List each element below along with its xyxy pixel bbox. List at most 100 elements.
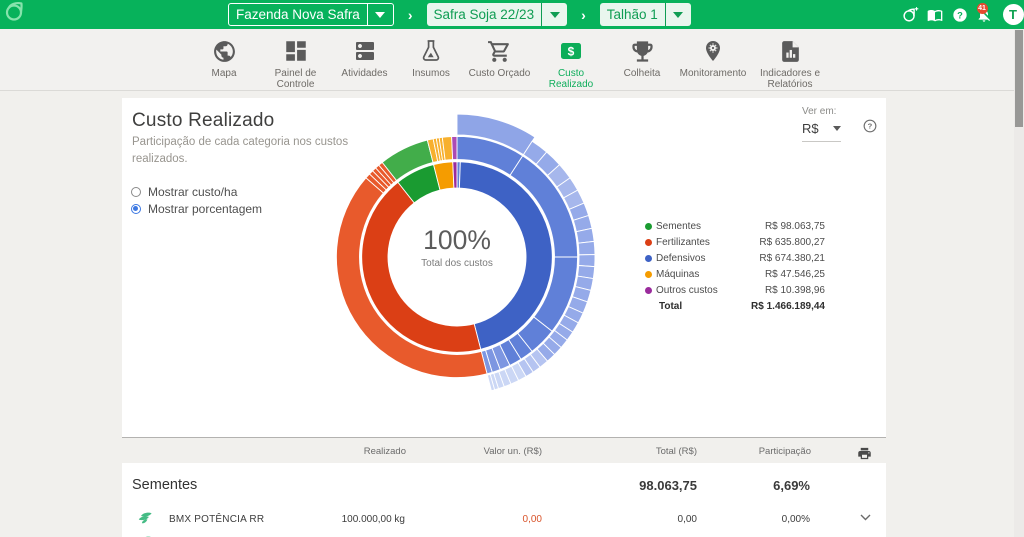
currency-select-wrap: Ver em: R$: [802, 106, 847, 142]
legend-value: R$ 47.546,25: [765, 269, 825, 280]
referral-icon[interactable]: [899, 6, 924, 23]
cell-participacao: 0,00%: [782, 514, 810, 525]
chevron-down-icon: [665, 3, 691, 26]
breadcrumb-separator: ›: [567, 7, 600, 23]
breadcrumb: Fazenda Nova Safra › Safra Soja 22/23 › …: [228, 3, 691, 26]
module-nav: MapaPainel de ControleAtividades Insumos C…: [0, 29, 1024, 91]
breadcrumb-separator: ›: [394, 7, 427, 23]
svg-text:?: ?: [957, 10, 963, 20]
currency-select[interactable]: R$: [802, 121, 841, 142]
nav-item-atividades[interactable]: Atividades: [331, 29, 398, 90]
chevron-down-icon: [367, 4, 393, 25]
farm-dropdown-label: Fazenda Nova Safra: [229, 7, 367, 22]
svg-text:$: $: [568, 44, 575, 58]
legend-dot: [645, 223, 652, 230]
money-icon: $: [560, 40, 582, 62]
radio-custo-ha[interactable]: Mostrar custo/ha: [131, 183, 262, 200]
cell-realizado: 100.000,00 kg: [342, 514, 405, 525]
nav-item-mapa[interactable]: Mapa: [188, 29, 260, 90]
donut-segment[interactable]: [453, 162, 457, 188]
nav-item-monitoramento[interactable]: Monitoramento: [677, 29, 749, 90]
page-title: Custo Realizado: [132, 110, 274, 132]
chevron-down-icon: [541, 3, 567, 26]
field-dropdown[interactable]: Talhão 1: [600, 3, 691, 26]
display-mode-radios: Mostrar custo/ha Mostrar porcentagem: [131, 183, 262, 218]
notification-badge: 41: [977, 3, 988, 14]
nav-item-indicadores-e-relat-rios[interactable]: Indicadores e Relatórios: [749, 29, 831, 90]
donut-segment[interactable]: [578, 241, 595, 254]
notifications-off-icon[interactable]: 41: [972, 7, 997, 23]
section-name: Sementes: [132, 477, 197, 493]
field-dropdown-label: Talhão 1: [600, 7, 665, 22]
legend-row: MáquinasR$ 47.546,25: [645, 267, 825, 283]
radio-icon: [131, 204, 141, 214]
avatar[interactable]: T: [1003, 4, 1024, 25]
legend-row: FertilizantesR$ 635.800,27: [645, 235, 825, 251]
nav-item-label: Insumos: [412, 68, 450, 79]
cost-chart-card: Custo Realizado Participação de cada cat…: [122, 98, 886, 438]
chart-help-icon[interactable]: ?: [863, 119, 877, 138]
legend-label: Fertilizantes: [656, 237, 759, 248]
section-total: 98.063,75: [639, 478, 697, 493]
legend-dot: [645, 255, 652, 262]
col-participacao: Participação: [759, 446, 811, 457]
donut-segment[interactable]: [452, 136, 457, 159]
donut-center-value: 100%: [387, 225, 527, 256]
nav-item-colheita[interactable]: Colheita: [607, 29, 677, 90]
nav-item-custo-realizado[interactable]: $Custo Realizado: [535, 29, 607, 90]
table-row[interactable]: [122, 531, 886, 537]
dashboard-icon: [283, 40, 309, 62]
pin-bug-icon: [701, 40, 725, 62]
help-icon[interactable]: ?: [948, 7, 973, 23]
legend-dot: [645, 239, 652, 246]
chevron-down-icon: [833, 126, 841, 131]
svg-text:?: ?: [868, 122, 873, 131]
nav-item-custo-or-ado[interactable]: Custo Orçado: [464, 29, 535, 90]
cart-icon: [487, 40, 512, 62]
nav-item-label: Monitoramento: [680, 68, 747, 79]
farm-dropdown[interactable]: Fazenda Nova Safra: [228, 3, 394, 26]
cost-donut-chart[interactable]: [307, 107, 607, 407]
radio-porcentagem[interactable]: Mostrar porcentagem: [131, 201, 262, 218]
chart-legend: SementesR$ 98.063,75FertilizantesR$ 635.…: [645, 219, 825, 314]
table-header: Realizado Valor un. (R$) Total (R$) Part…: [122, 439, 886, 463]
globe-icon: [212, 40, 237, 62]
legend-total-value: R$ 1.466.189,44: [751, 301, 825, 312]
col-realizado: Realizado: [364, 446, 406, 457]
seed-icon: [138, 510, 153, 527]
radio-label: Mostrar porcentagem: [148, 202, 262, 216]
aegro-logo-icon[interactable]: [3, 1, 27, 30]
legend-dot: [645, 271, 652, 278]
donut-center-label: Total dos custos: [387, 258, 527, 269]
legend-total-row: TotalR$ 1.466.189,44: [645, 298, 825, 314]
view-in-label: Ver em:: [802, 106, 847, 117]
product-name: BMX POTÊNCIA RR: [169, 514, 264, 525]
donut-segment[interactable]: [579, 255, 595, 267]
nav-item-label: Custo Orçado: [469, 68, 531, 79]
top-bar: Fazenda Nova Safra › Safra Soja 22/23 › …: [0, 0, 1024, 29]
chevron-down-icon[interactable]: [860, 513, 871, 524]
nav-item-painel-de-controle[interactable]: Painel de Controle: [260, 29, 331, 90]
legend-row: SementesR$ 98.063,75: [645, 219, 825, 235]
legend-value: R$ 674.380,21: [759, 253, 825, 264]
nav-item-label: Indicadores e Relatórios: [749, 68, 831, 90]
season-dropdown-label: Safra Soja 22/23: [427, 7, 542, 22]
legend-row: Outros custosR$ 10.398,96: [645, 282, 825, 298]
season-dropdown[interactable]: Safra Soja 22/23: [427, 3, 568, 26]
cell-total: 0,00: [678, 514, 697, 525]
table-body: Sementes 98.063,75 6,69% BMX POTÊNCIA RR…: [122, 463, 886, 537]
print-icon[interactable]: [857, 446, 872, 464]
radio-label: Mostrar custo/ha: [148, 185, 237, 199]
nav-item-insumos[interactable]: Insumos: [398, 29, 464, 90]
report-icon: [778, 40, 803, 62]
list-icon: [353, 40, 377, 62]
scrollbar[interactable]: [1014, 29, 1024, 537]
scrollbar-thumb[interactable]: [1015, 30, 1023, 127]
legend-value: R$ 98.063,75: [765, 221, 825, 232]
currency-value: R$: [802, 121, 819, 136]
trophy-icon: [629, 40, 656, 62]
legend-label: Defensivos: [656, 253, 759, 264]
legend-value: R$ 10.398,96: [765, 285, 825, 296]
flask-icon: [422, 40, 440, 62]
book-icon[interactable]: [923, 7, 948, 23]
